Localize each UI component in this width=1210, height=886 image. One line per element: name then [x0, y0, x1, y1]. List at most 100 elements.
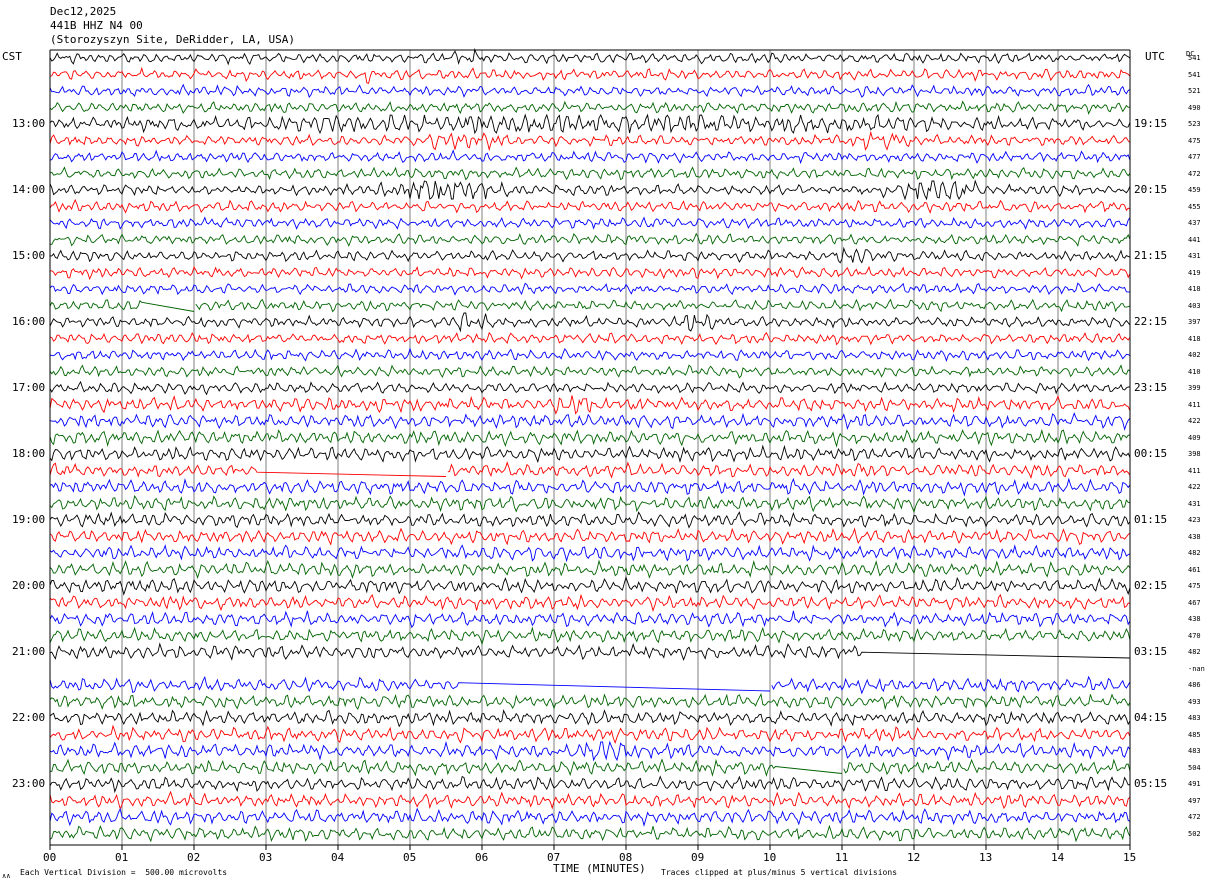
dc-offset-4: 523 — [1188, 120, 1201, 128]
trace-39 — [49, 692, 1131, 711]
trace-6 — [49, 149, 1131, 165]
dc-offset-47: 502 — [1188, 829, 1201, 838]
dc-offset-29: 438 — [1188, 532, 1201, 541]
dc-offset-8: 459 — [1188, 186, 1201, 194]
dc-offset-6: 477 — [1188, 153, 1201, 161]
trace-21 — [49, 394, 1131, 415]
dc-offset-31: 461 — [1188, 565, 1201, 574]
left-hour-label-3: 16:00 — [12, 315, 46, 328]
trace-29 — [49, 527, 1131, 546]
dc-offset-19: 410 — [1188, 367, 1201, 376]
dc-offset-35: 470 — [1188, 631, 1201, 640]
dc-offset-40: 483 — [1188, 714, 1201, 722]
trace-44 — [49, 775, 1131, 794]
trace-20 — [49, 380, 1131, 396]
dc-offset-34: 438 — [1188, 615, 1201, 623]
trace-31 — [49, 559, 1131, 579]
dc-offset-32: 475 — [1188, 582, 1201, 590]
dc-offset-28: 423 — [1188, 516, 1201, 524]
trace-18 — [49, 347, 1131, 362]
trace-5 — [49, 130, 1131, 152]
trace-25 — [49, 461, 1131, 479]
dc-offset-26: 422 — [1188, 483, 1201, 491]
trace-17 — [49, 331, 1131, 346]
dc-offset-11: 441 — [1188, 235, 1201, 244]
trace-12 — [50, 246, 1131, 264]
dc-offset-36: 482 — [1188, 648, 1201, 656]
clip-note: Traces clipped at plus/minus 5 vertical … — [661, 868, 898, 877]
dc-offset-2: 521 — [1188, 87, 1201, 95]
trace-38 — [49, 675, 1131, 695]
trace-36 — [49, 642, 1131, 661]
seismic-traces — [49, 47, 1131, 843]
dc-offset-30: 482 — [1188, 549, 1201, 557]
x-tick-label-05: 05 — [403, 851, 417, 864]
dc-offset-12: 431 — [1188, 252, 1201, 260]
right-hour-label-8: 03:15 — [1134, 645, 1168, 658]
dc-offset-24: 398 — [1188, 450, 1201, 458]
dc-offset-43: 504 — [1188, 763, 1201, 772]
minute-gridlines — [121, 50, 1059, 845]
trace-45 — [49, 790, 1131, 811]
dc-offset-15: 403 — [1188, 301, 1201, 310]
trace-2 — [49, 83, 1131, 98]
x-tick-label-15: 15 — [1123, 851, 1137, 864]
trace-34 — [49, 610, 1131, 629]
trace-11 — [49, 232, 1131, 247]
trace-16 — [49, 312, 1131, 333]
dc-offset-0: 541 — [1188, 54, 1201, 62]
trace-27 — [49, 494, 1131, 514]
right-hour-label-1: 20:15 — [1134, 183, 1168, 196]
trace-14 — [49, 282, 1131, 296]
dc-offset-44: 491 — [1188, 780, 1201, 788]
dc-offset-5: 475 — [1188, 136, 1201, 145]
left-hour-label-4: 17:00 — [12, 381, 46, 394]
trace-15 — [49, 298, 1131, 313]
trace-7 — [49, 166, 1131, 181]
left-hour-label-0: 13:00 — [12, 117, 46, 130]
right-hour-label-6: 01:15 — [1134, 513, 1168, 526]
left-hour-label-8: 21:00 — [12, 645, 46, 658]
trace-22 — [49, 412, 1131, 431]
x-tick-label-06: 06 — [475, 851, 489, 864]
trace-9 — [49, 198, 1131, 214]
x-axis-ticks — [49, 845, 1131, 850]
trace-1 — [49, 66, 1131, 84]
x-tick-label-09: 09 — [691, 851, 705, 864]
dc-offset-27: 431 — [1188, 499, 1201, 508]
dc-offset-20: 399 — [1188, 384, 1201, 392]
dc-offset-45: 497 — [1188, 796, 1201, 805]
dc-offset-21: 411 — [1188, 400, 1201, 409]
trace-30 — [49, 544, 1131, 563]
trace-33 — [49, 593, 1131, 613]
trace-35 — [49, 626, 1131, 646]
dc-offset-42: 483 — [1188, 747, 1201, 755]
right-hour-label-3: 22:15 — [1134, 315, 1168, 328]
left-hour-label-6: 19:00 — [12, 513, 46, 526]
dc-offset-7: 472 — [1188, 169, 1201, 178]
trace-19 — [49, 364, 1131, 379]
right-hour-label-0: 19:15 — [1134, 117, 1168, 130]
right-hour-label-9: 04:15 — [1134, 711, 1168, 724]
trace-8 — [49, 179, 1131, 201]
dc-offset-23: 409 — [1188, 433, 1201, 442]
trace-32 — [49, 575, 1131, 596]
dc-offset-17: 418 — [1188, 334, 1201, 343]
trace-10 — [49, 216, 1131, 230]
trace-28 — [49, 511, 1131, 529]
x-tick-label-10: 10 — [763, 851, 777, 864]
dc-offset-9: 455 — [1188, 202, 1201, 211]
x-tick-label-03: 03 — [259, 851, 273, 864]
dc-offset-22: 422 — [1188, 417, 1201, 425]
dc-offset-39: 493 — [1188, 697, 1201, 706]
left-hour-label-1: 14:00 — [12, 183, 46, 196]
right-hour-label-5: 00:15 — [1134, 447, 1168, 460]
x-tick-label-00: 00 — [43, 851, 57, 864]
x-tick-label-14: 14 — [1051, 851, 1065, 864]
left-hour-label-2: 15:00 — [12, 249, 46, 262]
x-tick-label-02: 02 — [187, 851, 201, 864]
trace-4 — [49, 113, 1131, 135]
trace-46 — [49, 807, 1131, 827]
dc-offset-41: 485 — [1188, 730, 1201, 739]
trace-23 — [49, 428, 1131, 448]
